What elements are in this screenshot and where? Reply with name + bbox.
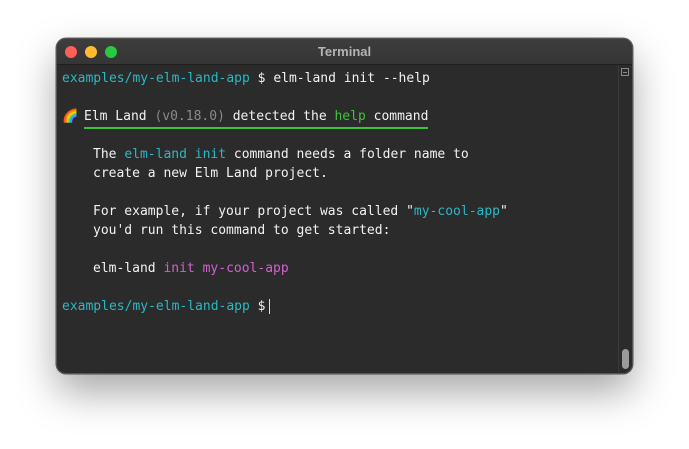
window-title: Terminal (317, 44, 372, 59)
headline-part2: detected the (224, 109, 335, 124)
scrollbar[interactable] (618, 65, 632, 373)
project-name: my-cool-app (413, 204, 500, 219)
prompt-symbol: $ (249, 299, 266, 314)
headline-part3: command (365, 109, 429, 124)
prompt-line: examples/my-elm-land-app $ elm-land init… (62, 69, 618, 88)
command-text: elm-land init --help (273, 71, 430, 86)
init-keyword: init (194, 147, 227, 162)
example-argument: my-cool-app (202, 261, 289, 276)
elm-land-keyword: elm-land (124, 147, 187, 162)
rainbow-icon: 🌈 (62, 109, 79, 124)
split-pane-icon[interactable] (621, 68, 629, 76)
text-segment: " (500, 204, 508, 219)
text-segment: For example, if your project was called … (93, 204, 414, 219)
terminal-window: Terminal examples/my-elm-land-app $ elm-… (56, 38, 633, 374)
example-subcommand: init (163, 261, 195, 276)
version-label: (v0.18.0) (154, 109, 225, 124)
scroll-thumb[interactable] (622, 349, 629, 369)
text-segment: command needs a folder name to (226, 147, 469, 162)
text-segment (195, 261, 203, 276)
paragraph1-line1: The elm-land init command needs a folder… (62, 145, 618, 164)
terminal-output[interactable]: examples/my-elm-land-app $ elm-land init… (57, 65, 618, 373)
paragraph2-line2: you'd run this command to get started: (93, 223, 391, 238)
paragraph1-line2: create a new Elm Land project. (93, 166, 328, 181)
example-cmd: elm-land (93, 261, 164, 276)
title-bar[interactable]: Terminal (57, 39, 632, 65)
example-command: elm-land init my-cool-app (62, 259, 618, 278)
headline-part1: Elm Land (84, 109, 155, 124)
headline: Elm Land (v0.18.0) detected the help com… (84, 107, 429, 129)
prompt-symbol: $ (249, 71, 274, 86)
prompt-path: examples/my-elm-land-app (62, 299, 250, 314)
text-segment (187, 147, 195, 162)
prompt-line-current: examples/my-elm-land-app $ (62, 297, 618, 316)
prompt-path: examples/my-elm-land-app (62, 71, 250, 86)
text-cursor (268, 299, 270, 314)
headline-underline (84, 127, 429, 129)
paragraph2-line1: For example, if your project was called … (62, 202, 618, 221)
headline-line: 🌈 Elm Land (v0.18.0) detected the help co… (62, 107, 618, 129)
help-keyword: help (334, 109, 366, 124)
text-segment: The (93, 147, 125, 162)
